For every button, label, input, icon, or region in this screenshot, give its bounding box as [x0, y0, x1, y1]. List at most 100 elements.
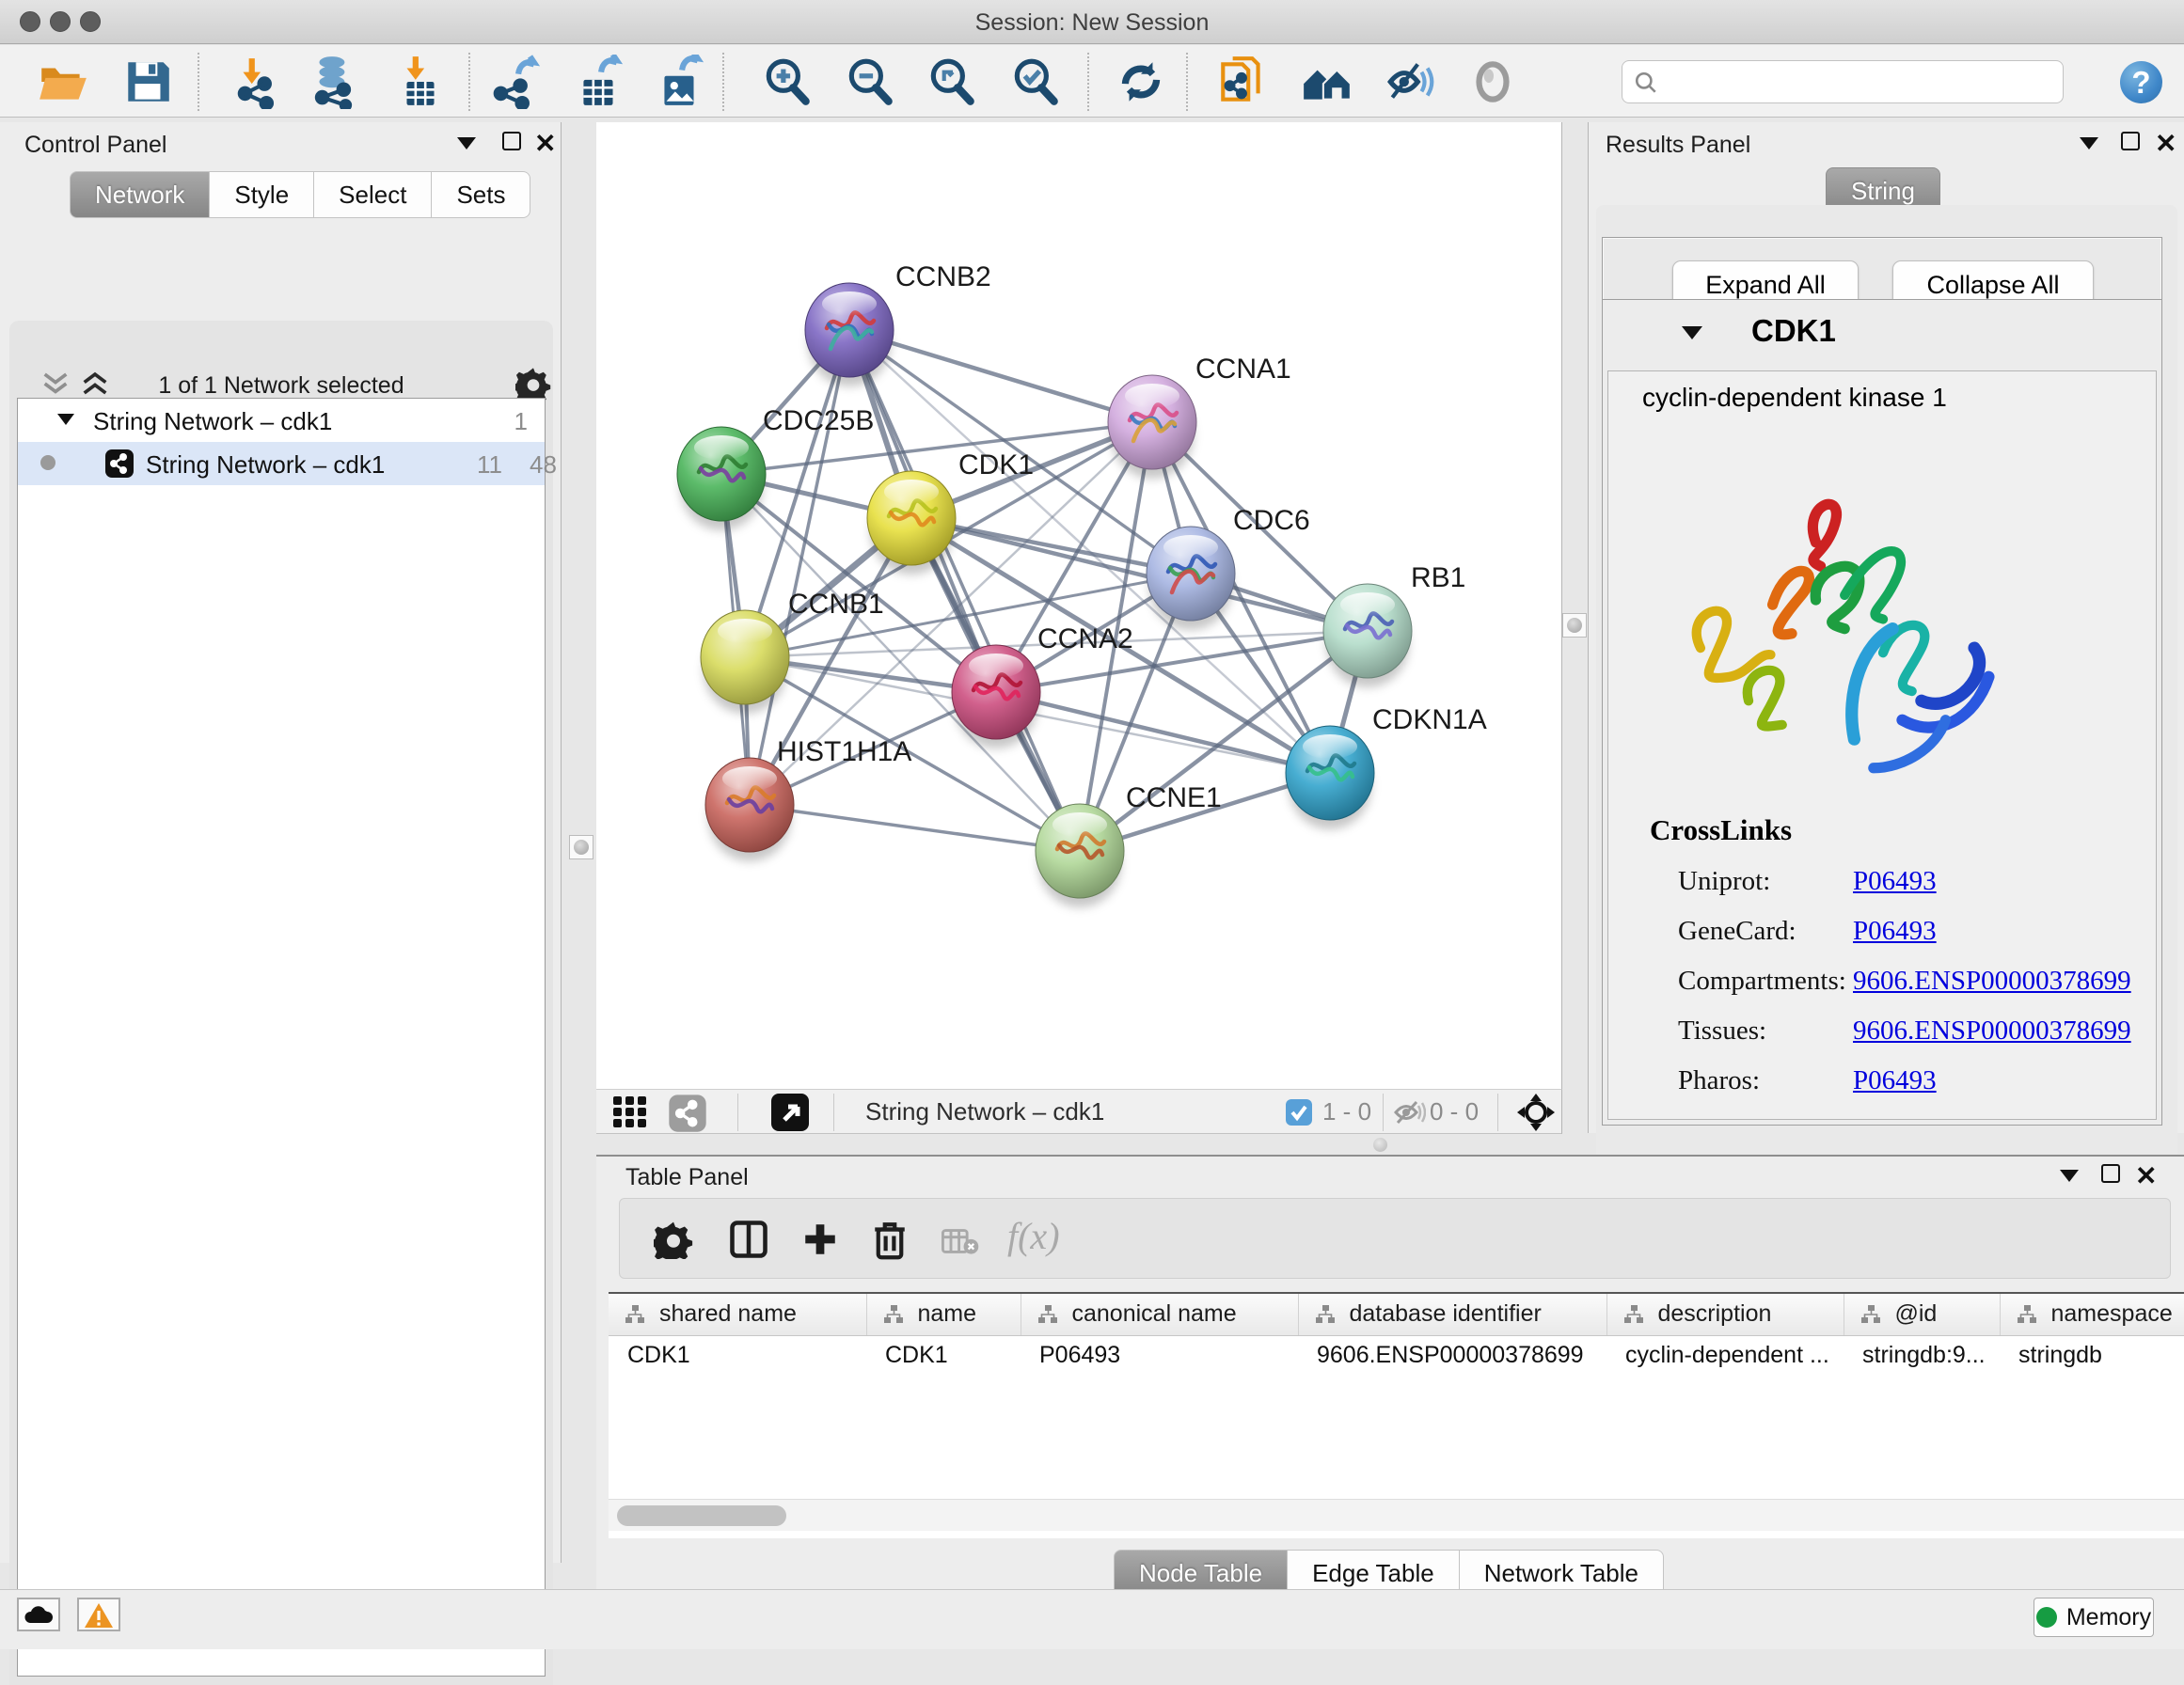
birds-eye-icon[interactable] [1516, 1093, 1556, 1132]
memory-button[interactable]: Memory [2034, 1598, 2154, 1637]
network-canvas[interactable]: CCNB2CCNA1CDC25BCDK1CDC6RB1CCNB1CCNA2CDK… [596, 122, 1562, 1089]
apply-layout-icon[interactable] [1114, 55, 1168, 109]
node-CDKN1A[interactable]: CDKN1A [1286, 704, 1487, 829]
crosslink-link[interactable]: 9606.ENSP00000378699 [1853, 966, 2131, 997]
node-RB1[interactable]: RB1 [1323, 562, 1465, 687]
string-share-icon[interactable] [668, 1094, 707, 1133]
float-panel-icon[interactable] [502, 132, 521, 150]
table-cell[interactable]: 9606.ENSP00000378699 [1298, 1335, 1606, 1375]
table-cell[interactable]: CDK1 [866, 1335, 1021, 1375]
crosslink-link[interactable]: P06493 [1853, 916, 1937, 947]
zoom-fit-icon[interactable] [925, 55, 979, 109]
node-CCNB1[interactable]: CCNB1 [701, 589, 884, 714]
cloud-button[interactable] [17, 1598, 60, 1631]
zoom-out-icon[interactable] [843, 55, 897, 109]
network-collection-row[interactable]: String Network – cdk1 1 [18, 399, 545, 442]
table-settings-gear-icon[interactable] [654, 1220, 693, 1259]
node-CCNA1[interactable]: CCNA1 [1108, 354, 1291, 479]
node-HIST1H1A[interactable]: HIST1H1A [705, 736, 911, 861]
tab-style[interactable]: Style [210, 171, 314, 218]
grid-view-icon[interactable] [611, 1094, 649, 1130]
table-row[interactable]: CDK1CDK1P064939606.ENSP00000378699cyclin… [609, 1335, 2184, 1375]
show-all-panels-icon[interactable] [1300, 55, 1354, 109]
show-columns-icon[interactable] [729, 1220, 768, 1259]
eye-icon[interactable] [1465, 55, 1520, 109]
export-table-icon[interactable] [572, 55, 626, 109]
column-header-namespace[interactable]: namespace [2000, 1294, 2184, 1335]
delete-column-icon[interactable] [870, 1218, 910, 1261]
panel-menu-icon[interactable] [2060, 1170, 2079, 1182]
selected-checkbox[interactable] [1285, 1098, 1313, 1126]
tab-select[interactable]: Select [314, 171, 432, 218]
import-network-database-icon[interactable] [307, 55, 361, 109]
column-header-name[interactable]: name [866, 1294, 1021, 1335]
hide-selection-icon[interactable] [1383, 55, 1437, 109]
search-input[interactable] [1664, 65, 2054, 99]
table-cell[interactable]: cyclin-dependent ... [1606, 1335, 1844, 1375]
edge-CCNB2-CCNA1[interactable] [849, 330, 1152, 422]
view-toolbar-separator [1383, 1094, 1384, 1131]
warning-button[interactable] [77, 1598, 120, 1631]
zoom-in-icon[interactable] [760, 55, 815, 109]
view-toolbar-separator [737, 1094, 738, 1131]
network-graph: CCNB2CCNA1CDC25BCDK1CDC6RB1CCNB1CCNA2CDK… [596, 122, 1562, 1089]
edge-CCNB2-CCNE1[interactable] [849, 330, 1080, 851]
left-splitter-handle[interactable] [569, 835, 593, 859]
node-CCNB2[interactable]: CCNB2 [805, 261, 991, 386]
table-horizontal-scrollbar[interactable] [609, 1499, 2184, 1531]
add-column-icon[interactable] [800, 1220, 840, 1259]
column-header-shared-name[interactable]: shared name [609, 1294, 866, 1335]
close-panel-icon[interactable]: ✕ [534, 128, 556, 159]
network-options-gear-icon[interactable] [515, 366, 551, 402]
network-view-title: String Network – cdk1 [865, 1097, 1104, 1126]
column-header-description[interactable]: description [1606, 1294, 1844, 1335]
close-panel-icon[interactable]: ✕ [2135, 1160, 2157, 1191]
panel-menu-icon[interactable] [2080, 137, 2098, 150]
control-panel: Control Panel ✕ NetworkStyleSelectSets 1… [0, 122, 562, 1563]
float-panel-icon[interactable] [2121, 132, 2140, 150]
edge-HIST1H1A-CCNE1[interactable] [750, 805, 1080, 851]
network-row-selected[interactable]: String Network – cdk1 11 48 [18, 442, 545, 485]
export-image-icon[interactable] [653, 55, 707, 109]
table-cell[interactable]: P06493 [1021, 1335, 1298, 1375]
table-cell[interactable]: CDK1 [609, 1335, 866, 1375]
zoom-selected-icon[interactable] [1008, 55, 1063, 109]
tab-network[interactable]: Network [70, 171, 210, 218]
search-box[interactable] [1622, 60, 2064, 103]
close-panel-icon[interactable]: ✕ [2155, 128, 2176, 159]
window-title: Session: New Session [0, 9, 2184, 37]
view-toolbar-separator [1497, 1094, 1498, 1131]
right-splitter-handle[interactable] [1562, 613, 1587, 638]
table-cell[interactable]: stringdb:9... [1844, 1335, 2000, 1375]
memory-status-dot [2036, 1607, 2057, 1628]
export-network-icon[interactable] [489, 55, 544, 109]
crosslink-link[interactable]: P06493 [1853, 1065, 1937, 1096]
clone-network-icon[interactable] [1215, 55, 1270, 109]
collection-name: String Network – cdk1 [93, 407, 332, 436]
tree-expand-icon[interactable] [57, 414, 74, 425]
collection-count: 1 [514, 407, 528, 436]
open-session-icon[interactable] [36, 55, 90, 109]
bottom-splitter-handle[interactable] [1373, 1138, 1387, 1152]
save-session-icon[interactable] [120, 55, 175, 109]
edge-CCNB2-HIST1H1A[interactable] [750, 330, 849, 805]
collapse-protein-icon[interactable] [1682, 326, 1702, 339]
node-label-CDC6: CDC6 [1233, 505, 1310, 536]
column-header-canonical-name[interactable]: canonical name [1021, 1294, 1298, 1335]
import-table-icon[interactable] [393, 55, 448, 109]
panel-menu-icon[interactable] [457, 137, 476, 150]
open-in-window-icon[interactable] [771, 1094, 809, 1131]
node-label-CCNA1: CCNA1 [1195, 354, 1291, 385]
crosslink-link[interactable]: 9606.ENSP00000378699 [1853, 1016, 2131, 1047]
import-network-file-icon[interactable] [231, 55, 286, 109]
tab-sets[interactable]: Sets [432, 171, 530, 218]
float-panel-icon[interactable] [2101, 1164, 2120, 1183]
table-cell[interactable]: stringdb [2000, 1335, 2184, 1375]
crosslink-link[interactable]: P06493 [1853, 866, 1937, 897]
column-header-database-identifier[interactable]: database identifier [1298, 1294, 1606, 1335]
scrollbar-thumb[interactable] [617, 1505, 786, 1526]
column-header-@id[interactable]: @id [1844, 1294, 2000, 1335]
hidden-node-edge-count: 0 - 0 [1430, 1097, 1479, 1126]
help-button[interactable]: ? [2120, 61, 2162, 103]
node-CCNE1[interactable]: CCNE1 [1036, 782, 1222, 907]
